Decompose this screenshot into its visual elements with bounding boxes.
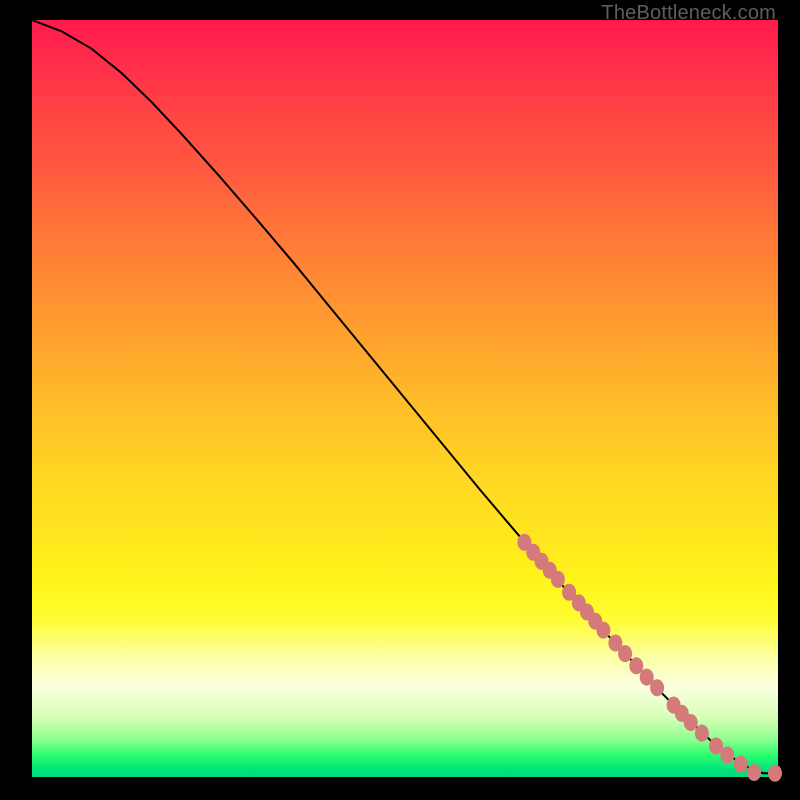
data-marker <box>747 764 761 781</box>
chart-frame: TheBottleneck.com <box>0 0 800 800</box>
curve-path <box>32 20 778 773</box>
plot-area <box>32 20 778 777</box>
data-marker <box>695 725 709 742</box>
data-marker <box>720 747 734 764</box>
watermark-text: TheBottleneck.com <box>601 2 776 25</box>
chart-svg <box>32 20 778 777</box>
data-marker <box>734 756 748 773</box>
data-marker <box>684 714 698 731</box>
data-marker <box>650 679 664 696</box>
data-marker <box>596 622 610 639</box>
data-marker <box>768 765 782 782</box>
data-marker <box>551 571 565 588</box>
data-marker <box>629 657 643 674</box>
marker-group <box>517 534 782 782</box>
data-marker <box>618 645 632 662</box>
